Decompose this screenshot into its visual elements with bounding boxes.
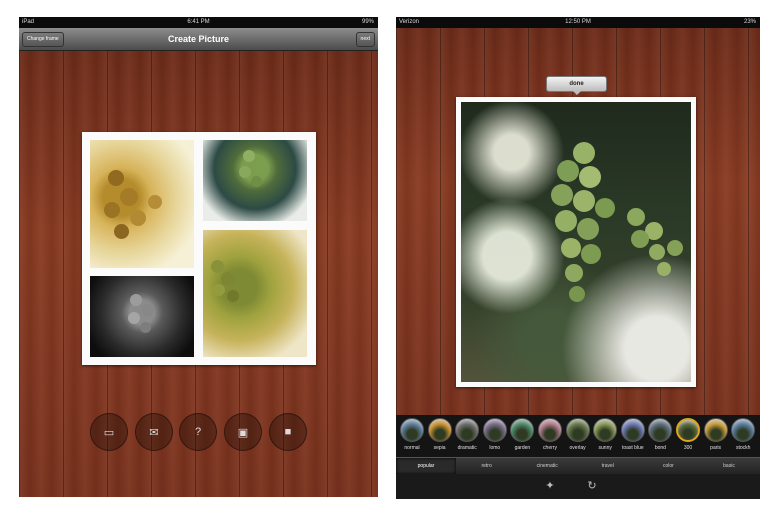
category-tab[interactable]: basic: [699, 458, 759, 474]
status-bar: Verizon 12:50 PM 23%: [396, 17, 760, 28]
crop-icon: ▣: [237, 426, 249, 439]
filter-thumbnail: [731, 418, 756, 442]
filter-option[interactable]: paris: [702, 418, 730, 451]
picture-icon: ▭: [103, 426, 115, 439]
right-ipad-screen: Verizon 12:50 PM 23% done normal sepia d…: [396, 17, 760, 499]
filter-option[interactable]: garden: [508, 418, 536, 451]
magic-wand-icon[interactable]: ✦: [542, 478, 558, 494]
category-tab[interactable]: travel: [578, 458, 638, 474]
mail-icon: ✉: [149, 426, 159, 439]
filter-label: normal: [404, 445, 420, 451]
filter-thumbnail: [565, 418, 590, 442]
battery-percent: 23%: [743, 19, 756, 25]
bottom-toolbar: ✦ ↻: [396, 474, 760, 499]
filter-option[interactable]: bond: [646, 418, 674, 451]
filter-thumbnail: [427, 418, 452, 442]
crop-button[interactable]: ▣: [224, 413, 262, 451]
navigation-bar: Change frame Create Picture next: [19, 28, 378, 51]
done-button[interactable]: done: [546, 76, 607, 95]
collage-photo-2[interactable]: [203, 140, 307, 221]
collage-photo-4[interactable]: [203, 230, 307, 357]
category-tab[interactable]: cinematic: [517, 458, 577, 474]
photo-collage-frame: [82, 132, 316, 365]
done-label: done: [569, 81, 584, 87]
rotate-icon[interactable]: ↻: [584, 478, 600, 494]
filter-option[interactable]: stockh: [729, 418, 757, 451]
status-time: 6:41 PM: [187, 19, 210, 25]
filter-thumbnail: [703, 418, 728, 442]
filter-thumbnail: [593, 418, 618, 442]
filter-thumbnail: [400, 418, 424, 442]
filter-label: bond: [654, 445, 666, 451]
category-tab[interactable]: color: [638, 458, 698, 474]
filter-option[interactable]: sepia: [426, 418, 454, 451]
filter-thumbnail: [455, 418, 480, 442]
filter-option[interactable]: lomo: [481, 418, 509, 451]
filter-option[interactable]: sunny: [591, 418, 619, 451]
page-title: Create Picture: [167, 34, 230, 44]
gallery-button[interactable]: ▭: [90, 413, 128, 451]
filter-label: dramatic: [457, 445, 477, 451]
filter-strip: normal sepia dramatic lomo garden cherry overl…: [396, 415, 760, 457]
filter-label: lomo: [489, 445, 501, 451]
status-bar: iPad 6:41 PM 99%: [19, 17, 378, 28]
collage-photo-1[interactable]: [90, 140, 194, 268]
filter-label: sepia: [433, 445, 446, 451]
filter-label: cherry: [543, 445, 557, 451]
filter-thumbnail: [510, 418, 535, 442]
filter-thumbnail: [538, 418, 562, 442]
filter-thumbnail: [620, 418, 645, 442]
category-tab[interactable]: popular: [396, 458, 456, 474]
next-button[interactable]: next: [355, 32, 375, 47]
mail-button[interactable]: ✉: [135, 413, 173, 451]
filter-option[interactable]: 300: [674, 418, 702, 451]
status-time: 12:50 PM: [565, 19, 591, 25]
filter-thumbnail: [648, 418, 673, 442]
help-icon: ?: [194, 426, 202, 438]
stop-button[interactable]: ■: [269, 413, 307, 451]
filter-thumbnail: [482, 418, 507, 442]
filter-option[interactable]: cherry: [536, 418, 564, 451]
filter-label: toast blue: [621, 445, 644, 451]
filter-label: sunny: [598, 445, 612, 451]
filter-option[interactable]: overlay: [564, 418, 592, 451]
filter-label: stockh: [735, 445, 751, 451]
filter-label: paris: [710, 445, 722, 451]
done-callout-arrow: [573, 91, 581, 95]
edited-photo-frame: [456, 97, 696, 387]
help-button[interactable]: ?: [179, 413, 217, 451]
filter-category-bar: popular retro cinematic travel color basic: [396, 457, 760, 474]
filter-option[interactable]: dramatic: [453, 418, 481, 451]
filter-label: overlay: [569, 445, 586, 451]
left-ipad-screen: iPad 6:41 PM 99% Change frame Create Pic…: [19, 17, 378, 497]
edited-photo[interactable]: [461, 102, 691, 382]
stop-icon: ■: [284, 426, 292, 438]
filter-label: 300: [683, 445, 693, 451]
filter-thumbnail: [676, 418, 700, 442]
filter-label: garden: [514, 445, 531, 451]
filter-option[interactable]: toast blue: [619, 418, 647, 451]
filter-option[interactable]: normal: [398, 418, 426, 451]
category-tab[interactable]: retro: [457, 458, 517, 474]
collage-photo-3[interactable]: [90, 276, 194, 357]
battery-percent: 99%: [361, 19, 374, 25]
